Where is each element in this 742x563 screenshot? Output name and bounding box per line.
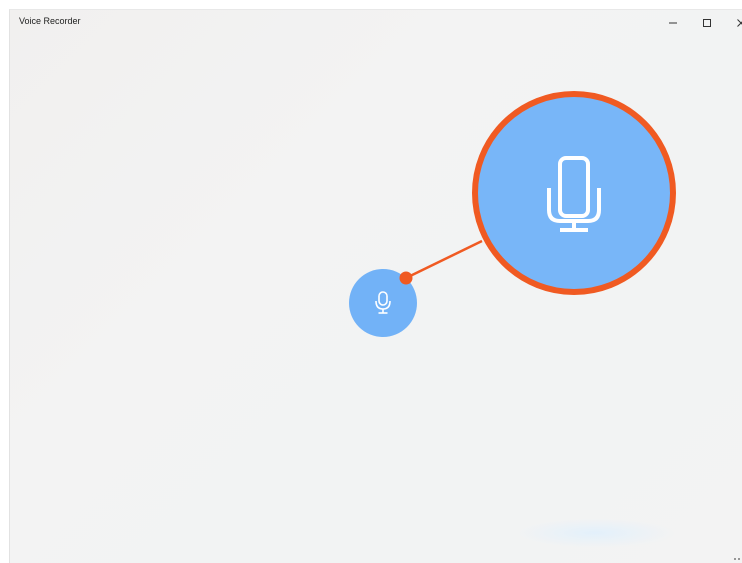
record-button[interactable] [349, 269, 417, 337]
microphone-icon [375, 291, 391, 314]
window-title: Voice Recorder [19, 16, 81, 26]
title-bar[interactable]: Voice Recorder [10, 10, 742, 38]
minimize-button[interactable] [656, 10, 690, 36]
minimize-icon [669, 22, 677, 24]
app-window: Voice Recorder [9, 9, 742, 563]
close-icon [737, 19, 742, 27]
maximize-button[interactable] [690, 10, 724, 36]
status-glow [515, 518, 675, 548]
resize-grip-icon[interactable] [734, 557, 740, 561]
close-button[interactable] [724, 10, 742, 36]
maximize-icon [703, 19, 711, 27]
